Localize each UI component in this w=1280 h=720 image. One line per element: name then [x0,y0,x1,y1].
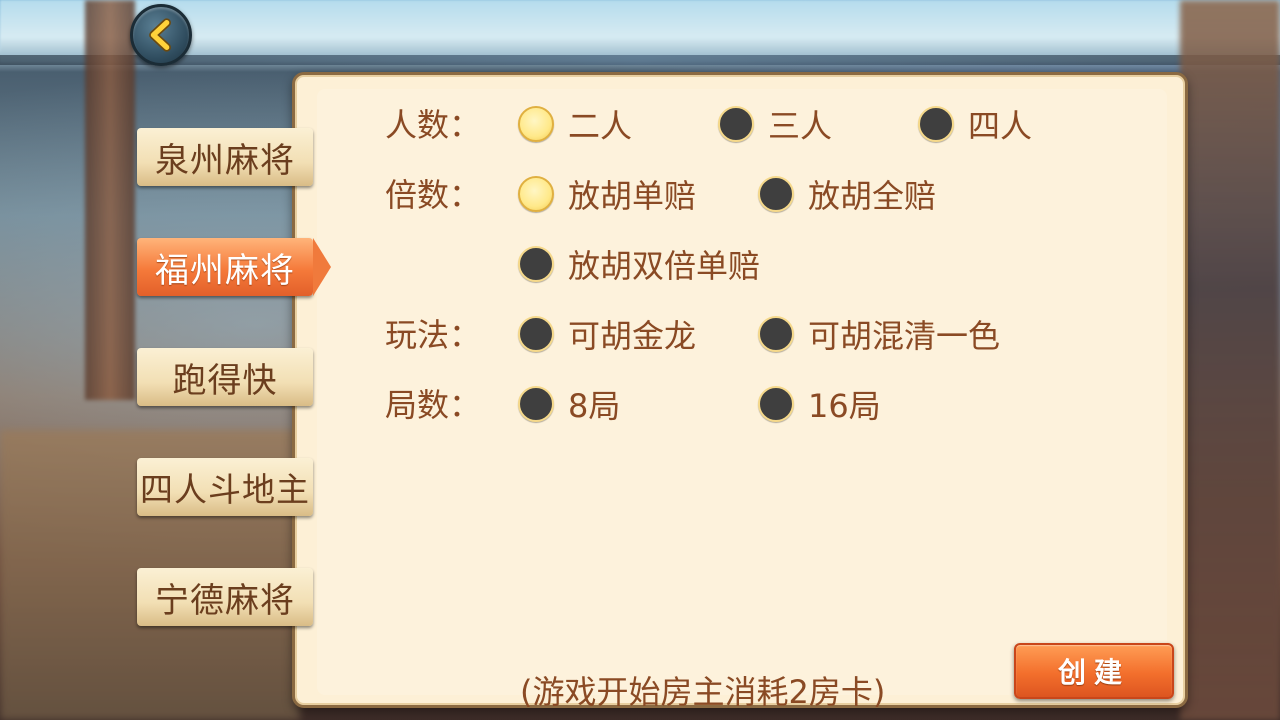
radio-unselected-icon [758,386,794,422]
chevron-left-icon [149,18,171,52]
radio-selected-icon [518,106,554,142]
multiplier-option-full-pay[interactable]: 放胡全赔 [758,171,936,217]
back-button[interactable] [130,4,192,66]
background-sky [0,0,1280,62]
radio-unselected-icon [758,316,794,352]
background-pillar [1180,0,1280,720]
option-label: 可胡金龙 [568,317,697,355]
option-label: 8局 [568,387,621,425]
radio-unselected-icon [518,246,554,282]
radio-unselected-icon [758,176,794,212]
option-label: 16局 [808,387,881,425]
option-label: 二人 [568,107,633,145]
multiplier-option-double-single-pay[interactable]: 放胡双倍单赔 [518,241,760,287]
radio-selected-icon [518,176,554,212]
multiplier-label: 倍数： [385,176,482,214]
multiplier-option-single-pay[interactable]: 放胡单赔 [518,171,696,217]
rounds-option-16[interactable]: 16局 [758,381,881,427]
background-pillar [85,0,135,400]
rules-option-golden-dragon[interactable]: 可胡金龙 [518,311,696,357]
radio-unselected-icon [518,316,554,352]
tab-fuzhou-mahjong[interactable]: 福州麻将 [137,238,331,296]
tab-four-player-doudizhu[interactable]: 四人斗地主 [137,458,313,516]
radio-unselected-icon [518,386,554,422]
tab-quanzhou-mahjong[interactable]: 泉州麻将 [137,128,313,186]
option-label: 可胡混清一色 [808,317,1001,355]
rules-option-mixed-flush[interactable]: 可胡混清一色 [758,311,1000,357]
option-label: 放胡全赔 [808,177,937,215]
create-room-button[interactable]: 创建 [1014,643,1174,699]
option-label: 放胡单赔 [568,177,697,215]
option-label: 三人 [768,107,833,145]
radio-unselected-icon [918,106,954,142]
room-card-cost-note: (游戏开始房主消耗2房卡) [520,673,886,711]
players-option-four[interactable]: 四人 [918,101,1032,147]
players-label: 人数： [385,106,482,144]
rules-label: 玩法： [385,316,482,354]
rounds-option-8[interactable]: 8局 [518,381,620,427]
background-roofline [0,55,1280,65]
players-option-two[interactable]: 二人 [518,101,632,147]
tab-paodekuai[interactable]: 跑得快 [137,348,313,406]
radio-unselected-icon [718,106,754,142]
tab-ningde-mahjong[interactable]: 宁德麻将 [137,568,313,626]
option-label: 放胡双倍单赔 [568,247,761,285]
option-label: 四人 [968,107,1033,145]
rounds-label: 局数： [385,386,482,424]
players-option-three[interactable]: 三人 [718,101,832,147]
